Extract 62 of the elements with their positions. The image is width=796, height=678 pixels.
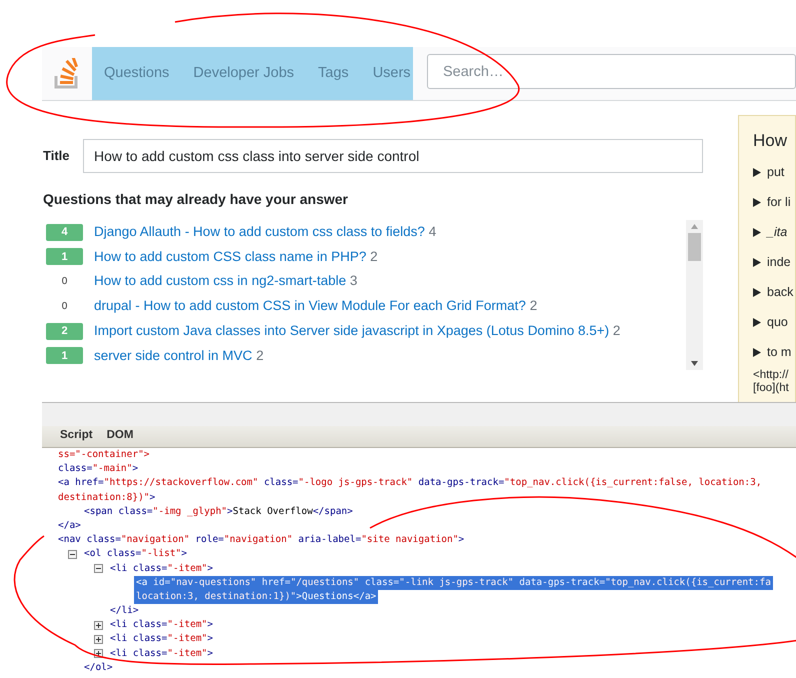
bullet-icon — [753, 198, 761, 207]
bullet-icon — [753, 228, 761, 237]
vote-count: 0 — [60, 300, 68, 314]
title-label: Title — [43, 147, 70, 166]
expand-toggle-icon[interactable] — [94, 635, 103, 644]
markup-line[interactable]: <li class="-item"> — [108, 618, 215, 632]
help-heading: How — [753, 130, 788, 152]
help-item: back — [767, 284, 794, 301]
question-link[interactable]: How to add custom css in ng2-smart-table — [94, 273, 346, 288]
help-item: to m — [767, 344, 792, 361]
scroll-thumb[interactable] — [688, 233, 701, 261]
answer-count: 2 — [612, 323, 620, 338]
markup-line: </li> — [109, 604, 140, 618]
collapse-toggle-icon[interactable] — [94, 564, 103, 574]
answer-count: 2 — [256, 348, 264, 363]
bullet-icon — [753, 258, 761, 267]
bullet-icon — [753, 348, 761, 357]
question-link[interactable]: server side control in MVC — [94, 348, 252, 363]
question-link[interactable]: Import custom Java classes into Server side javascript in Xpages (Lotus Domino 8.5+) — [94, 323, 610, 338]
vote-count-badge: 1 — [46, 248, 83, 266]
question-link[interactable]: drupal - How to add custom CSS in View Module For each Grid Format? — [94, 298, 526, 314]
answer-count: 2 — [370, 248, 378, 264]
markup-line[interactable]: <nav class="navigation" role="navigation" aria-label="site navigation"> — [56, 533, 466, 548]
answer-count: 2 — [530, 298, 538, 314]
bullet-icon — [753, 168, 761, 177]
markup-line[interactable]: ss="-container"> — [56, 448, 152, 462]
markup-line: </ol> — [83, 660, 114, 675]
search-field[interactable]: Search… — [427, 54, 796, 89]
collapse-toggle-icon[interactable] — [68, 550, 77, 559]
markup-line[interactable]: <span class="-img _glyph">Stack Overflow</span> — [82, 504, 355, 519]
bullet-icon — [753, 288, 761, 297]
help-item: _ita — [767, 224, 788, 241]
expand-toggle-icon[interactable] — [94, 620, 103, 630]
vote-count: 0 — [60, 275, 68, 290]
similar-heading: Questions that may already have your answer — [43, 190, 350, 209]
answer-count: 3 — [350, 273, 358, 288]
markup-line[interactable]: class="-main"> — [56, 462, 140, 476]
help-text: [foo](ht — [753, 382, 790, 395]
vote-count-badge: 2 — [46, 322, 83, 340]
vote-count-badge: 4 — [46, 224, 83, 240]
markup-line[interactable]: <li class="-item"> — [108, 632, 215, 647]
help-item: inde — [767, 254, 791, 271]
answer-count: 4 — [428, 224, 436, 239]
markup-line[interactable]: <a href="https://stackoverflow.com" class="-logo js-gps-track" data-gps-track="top_nav.click({is_current:false, location:3, — [56, 476, 764, 491]
title-field[interactable]: How to add custom css class into server side control — [83, 139, 703, 173]
markup-line: </a> — [57, 518, 82, 533]
devtools-tab[interactable]: Script — [60, 426, 93, 447]
question-link[interactable]: Django Allauth - How to add custom css class to fields? — [94, 224, 425, 239]
markup-line[interactable]: <li class="-item"> — [108, 646, 215, 661]
vote-count-badge: 1 — [46, 347, 83, 364]
help-text: <http:// — [753, 369, 790, 382]
markup-line[interactable]: <li class="-item"> — [108, 562, 215, 576]
question-link[interactable]: How to add custom CSS class name in PHP? — [94, 248, 366, 264]
devtools-tab[interactable]: DOM — [106, 426, 134, 447]
markup-line[interactable]: <ol class="-list"> — [82, 547, 189, 562]
help-item: quo — [767, 314, 788, 331]
scrollbar[interactable] — [686, 220, 703, 370]
help-item: for li — [767, 194, 791, 211]
markup-line[interactable]: destination:8})"> — [56, 490, 158, 505]
scroll-down-icon[interactable] — [691, 361, 698, 366]
bullet-icon — [753, 318, 761, 327]
help-item: put — [767, 164, 784, 181]
